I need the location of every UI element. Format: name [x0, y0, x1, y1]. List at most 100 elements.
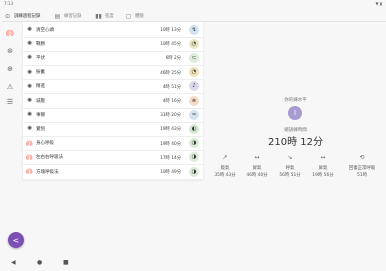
list-item[interactable]: ✺ 覺悟 19時 43分 ◐ — [23, 121, 203, 137]
status-bar: 7:13 ▼ ▮ — [0, 0, 386, 8]
exercise-icon: ✺ — [26, 54, 33, 62]
stat-hold-in: ↔ 屏氣 46時 40分 — [239, 154, 275, 178]
clock-icon: ⊙ — [4, 12, 11, 20]
list-item[interactable]: 🫁 身心呼吸 19時 40分 ◑ — [23, 136, 203, 152]
exercise-name: 減壓 — [36, 98, 45, 104]
system-nav-bar: ◀ ● ■ — [0, 258, 386, 271]
status-time: 7:13 — [4, 1, 13, 6]
level-label: 你的練水平 — [284, 98, 307, 103]
target-icon[interactable]: ⊕ — [5, 64, 15, 74]
progress-circle-icon: ≋ — [189, 95, 199, 106]
level-value: I — [293, 109, 297, 117]
exercise-name: 清空心頭 — [36, 27, 54, 33]
stat-value: 56時 51分 — [279, 173, 301, 178]
tab-practice-log[interactable]: ▤ 練習記錄 — [54, 11, 82, 21]
inhale-icon: ↗ — [222, 154, 228, 161]
calendar-icon: ▢ — [125, 12, 132, 20]
share-icon: < — [12, 235, 20, 245]
exercise-icon: 🫁 — [25, 153, 34, 161]
progress-circle-icon: ⊂ — [189, 52, 199, 63]
list-item[interactable]: ✺ 振奮 46時 25分 ◔ — [23, 65, 203, 81]
share-button[interactable]: < — [8, 232, 24, 248]
home-icon[interactable]: ● — [37, 259, 42, 266]
exercise-icon: ✺ — [26, 26, 33, 33]
exercise-duration: 4時 51分 — [162, 84, 181, 90]
exercise-icon: ✺ — [26, 40, 33, 48]
tab-label: 訓練過程記錄 — [14, 14, 41, 19]
exercise-icon: 🫁 — [25, 168, 34, 175]
list-item[interactable]: ✺ 清空心頭 10時 13分 ↯ — [23, 22, 203, 38]
recovery-icon: ⟲ — [359, 154, 365, 161]
list-item[interactable]: 🫁 左右右呼吸法 17時 14分 ◑ — [23, 150, 203, 166]
list-item[interactable]: ✺ 精進 4時 51分 ♪ — [23, 79, 203, 95]
exercise-duration: 19時 40分 — [160, 141, 181, 147]
stat-recovery: ⟲ 回復正常呼吸 51時 — [341, 154, 383, 178]
stat-label: 屏氣 — [318, 166, 328, 171]
exercise-duration: 10時 45分 — [160, 42, 181, 48]
list-item[interactable]: ✺ 減壓 4時 16分 ≋ — [23, 93, 203, 109]
stat-value: 35時 43分 — [214, 173, 236, 178]
stat-inhale: ↗ 吸氣 35時 43分 — [207, 154, 243, 178]
lungs-icon[interactable]: 🫁 — [5, 28, 15, 38]
tab-label: 體驗 — [135, 14, 144, 19]
tab-bar: ⊙ 訓練過程記錄 ▤ 練習記錄 ▮▮ 進度 ▢ 體驗 — [0, 8, 386, 22]
exercise-icon: ✺ — [26, 125, 33, 133]
tab-label: 練習記錄 — [64, 14, 82, 19]
alert-icon[interactable]: ⚠ — [5, 82, 15, 92]
progress-circle-icon: ◔ — [189, 38, 199, 49]
total-time: 210時 12分 — [268, 137, 323, 148]
exercise-name: 事靜 — [36, 112, 45, 118]
recents-icon[interactable]: ■ — [63, 259, 69, 266]
exercise-duration: 10時 49分 — [160, 170, 181, 175]
tab-progress[interactable]: ▮▮ 進度 — [95, 11, 114, 21]
stat-value: 19時 56分 — [312, 173, 334, 178]
exercise-duration: 19時 43分 — [160, 127, 181, 133]
exercise-name: 振奮 — [36, 70, 45, 76]
tab-label: 進度 — [105, 14, 114, 19]
flower-icon[interactable]: ⊛ — [5, 46, 15, 56]
hold-icon: ↔ — [254, 154, 260, 161]
exercise-list: ✺ 清空心頭 10時 13分 ↯ ✺ 戰勝 10時 45分 ◔ ✺ 平伏 6時 2分 ⊂ ✺ 振奮 46時 … — [23, 22, 203, 180]
back-icon[interactable]: ◀ — [11, 259, 16, 266]
exercise-name: 平伏 — [36, 55, 45, 61]
exercise-duration: 4時 16分 — [162, 99, 181, 104]
exercise-duration: 17時 14分 — [160, 155, 181, 161]
bar-chart-icon: ▮▮ — [95, 12, 102, 20]
stat-value: 51時 — [357, 173, 367, 178]
list-icon: ▤ — [54, 12, 61, 20]
status-icons: ▼ ▮ — [375, 1, 382, 6]
stat-label: 屏氣 — [252, 166, 262, 171]
exercise-name: 戰勝 — [36, 41, 45, 47]
stat-exhale: ↘ 呼氣 56時 51分 — [272, 154, 308, 178]
exercise-icon: ✺ — [26, 97, 33, 104]
level-badge: I — [288, 106, 302, 120]
list-item[interactable]: ✺ 事靜 31時 20分 ≈ — [23, 107, 203, 123]
progress-circle-icon: ◔ — [189, 67, 199, 78]
hold-icon: ↔ — [320, 154, 326, 161]
settings-icon[interactable]: ☰ — [5, 97, 15, 107]
exercise-duration: 46時 25分 — [160, 70, 181, 76]
summary-panel: 你的練水平 I 總訓練時間 210時 12分 ↗ 吸氣 35時 43分 ↔ 屏氣… — [205, 22, 386, 258]
progress-circle-icon: ↯ — [189, 24, 199, 35]
exercise-name: 覺悟 — [36, 126, 45, 132]
progress-circle-icon: ◐ — [189, 123, 199, 134]
exercise-name: 左右右呼吸法 — [36, 155, 63, 161]
exercise-icon: 🫁 — [25, 139, 34, 147]
exercise-duration: 31時 20分 — [160, 113, 181, 119]
exhale-icon: ↘ — [287, 154, 293, 161]
exercise-name: 身心呼吸 — [36, 141, 54, 147]
tab-training-log[interactable]: ⊙ 訓練過程記錄 — [4, 11, 40, 21]
exercise-icon: ✺ — [26, 68, 33, 76]
progress-circle-icon: ◑ — [189, 152, 199, 163]
tab-experience[interactable]: ▢ 體驗 — [125, 11, 144, 21]
stat-label: 呼氣 — [285, 166, 295, 171]
progress-circle-icon: ♪ — [189, 81, 199, 92]
exercise-duration: 10時 13分 — [160, 28, 181, 33]
exercise-duration: 6時 2分 — [165, 56, 181, 62]
list-item[interactable]: ✺ 平伏 6時 2分 ⊂ — [23, 50, 203, 66]
progress-circle-icon: ◑ — [189, 138, 199, 149]
stat-label: 回復正常呼吸 — [348, 166, 376, 171]
list-item[interactable]: ✺ 戰勝 10時 45分 ◔ — [23, 36, 203, 52]
list-item[interactable]: 🫁 方塊呼吸法 10時 49分 ◑ — [23, 164, 203, 180]
stat-value: 46時 40分 — [246, 173, 268, 178]
